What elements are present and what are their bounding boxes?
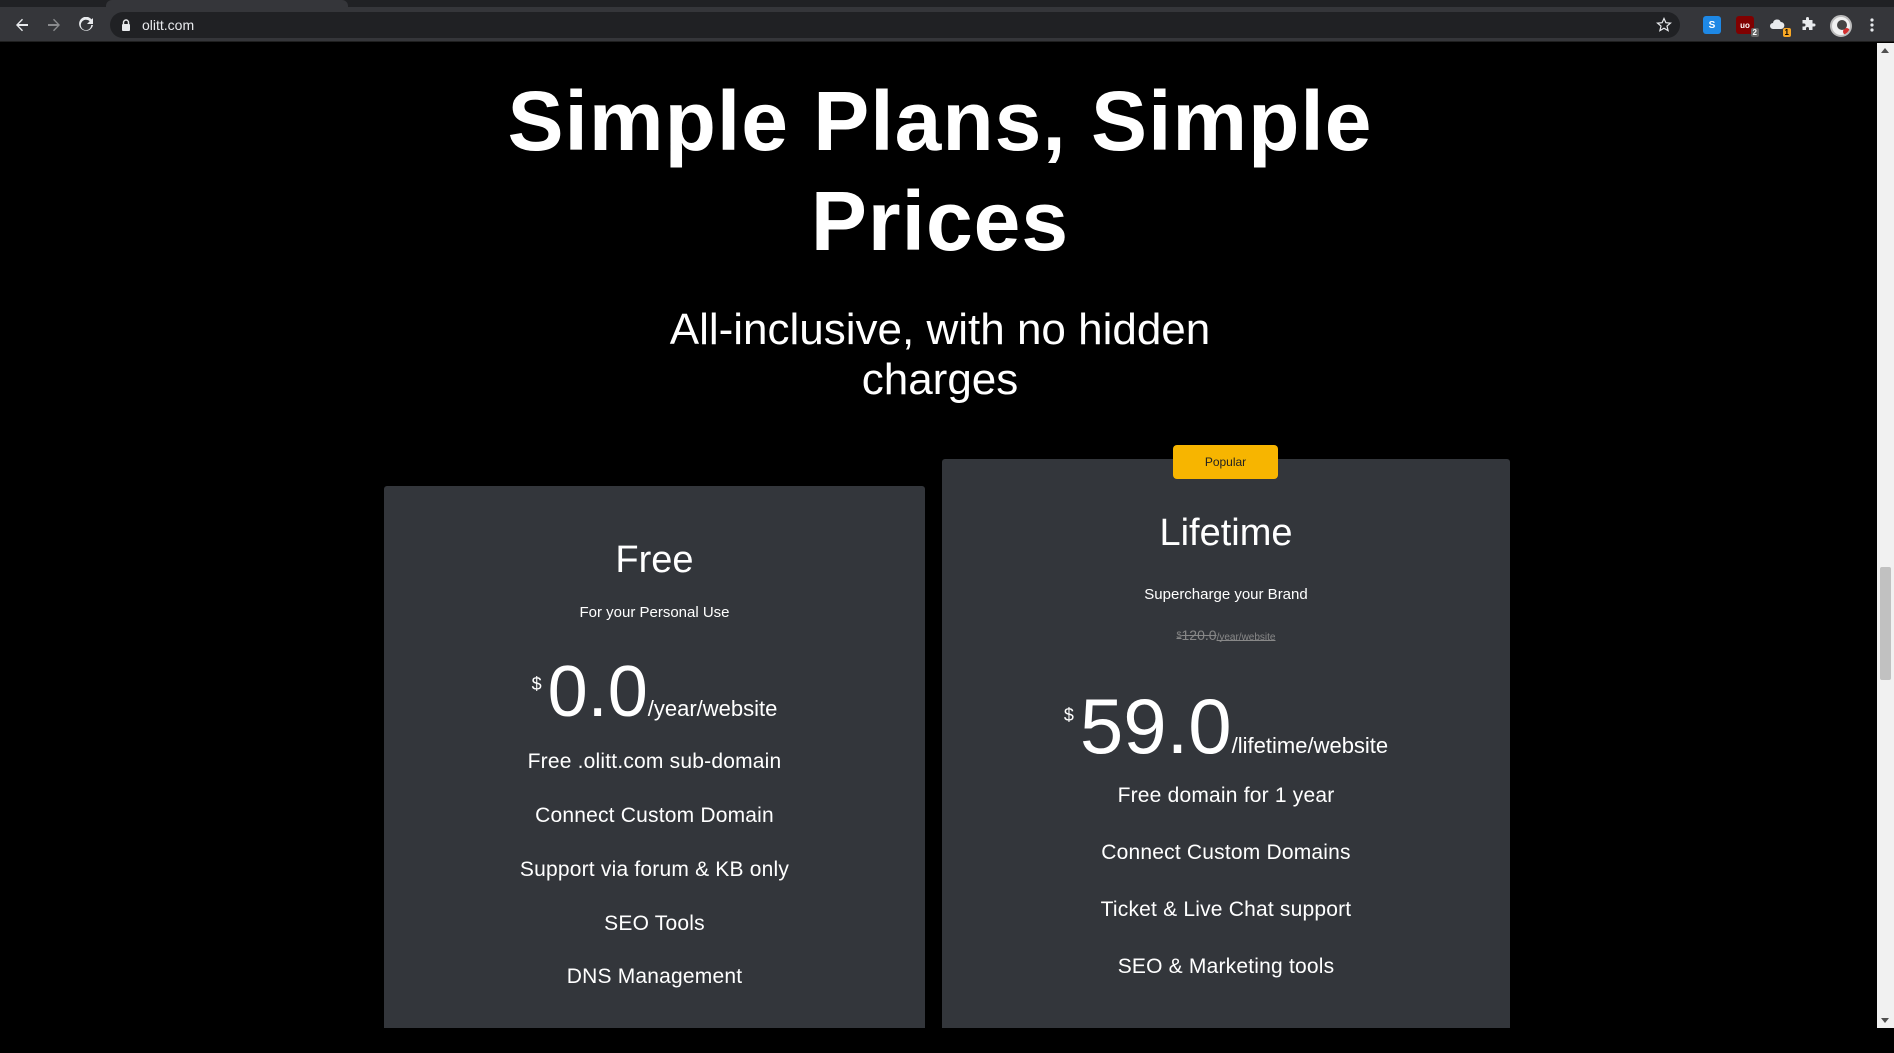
active-tab[interactable] [106, 0, 348, 7]
page-subtitle-line1: All-inclusive, with no hidden [669, 305, 1211, 354]
price-amount: 59.0 [1079, 682, 1232, 770]
scroll-up-arrow[interactable] [1881, 48, 1889, 53]
price-currency: $ [531, 674, 542, 694]
back-button[interactable] [9, 12, 35, 38]
scroll-down-arrow[interactable] [1881, 1018, 1889, 1023]
page-title-line1: Simple Plans, Simple [507, 74, 1373, 168]
plan-name: Free [615, 539, 694, 581]
arrow-right-icon [48, 18, 60, 32]
plan-feature: Connect Custom Domain [535, 804, 774, 827]
lock-icon [122, 19, 130, 31]
plan-feature: SEO Tools [604, 912, 705, 935]
extension-badge: 1 [1782, 28, 1791, 37]
profile-status-dot [1843, 28, 1850, 35]
page-subtitle: All-inclusive, with no hidden charges [590, 305, 1290, 405]
plan-feature: Connect Custom Domains [1101, 841, 1351, 864]
page-subtitle-line2: charges [861, 355, 1019, 404]
url-text: olitt.com [142, 17, 195, 33]
browser-toolbar: olitt.com S uo 2 1 [0, 7, 1894, 42]
more-menu-icon[interactable] [1864, 17, 1880, 33]
price-amount: 0.0 [547, 652, 648, 732]
arrow-left-icon [16, 18, 28, 32]
cloud-extension-icon[interactable]: 1 [1768, 16, 1791, 37]
page-title-line2: Prices [810, 174, 1070, 268]
plan-feature: SEO & Marketing tools [1117, 955, 1335, 978]
tab-strip [0, 0, 1894, 7]
popular-badge: Popular [1173, 445, 1278, 479]
plan-feature: Ticket & Live Chat support [1100, 898, 1352, 921]
price-period: /year/website [647, 696, 778, 721]
old-price-amount: 120.0 [1181, 627, 1217, 643]
plan-feature: DNS Management [566, 965, 743, 988]
plan-feature: Support via forum & KB only [519, 858, 790, 881]
page-scrollbar[interactable] [1877, 43, 1894, 1028]
forward-button[interactable] [41, 12, 67, 38]
scrollbar-thumb[interactable] [1880, 567, 1891, 680]
plan-name: Lifetime [1159, 512, 1293, 554]
bottom-strip [0, 1028, 1894, 1053]
plan-tagline: Supercharge your Brand [1144, 586, 1308, 603]
old-price-period: /year/website [1216, 632, 1276, 643]
pricing-card-free: Free For your Personal Use $0.0/year/web… [384, 486, 925, 1028]
page-title: Simple Plans, Simple Prices [440, 71, 1440, 271]
s-extension-icon[interactable]: S [1703, 16, 1721, 34]
price-currency: $ [1063, 705, 1074, 725]
extension-badge: 2 [1750, 28, 1759, 37]
plan-feature: Free .olitt.com sub-domain [527, 750, 782, 773]
plan-feature: Free domain for 1 year [1117, 784, 1335, 807]
reload-icon [79, 17, 93, 31]
price-period: /lifetime/website [1231, 733, 1389, 758]
reload-button[interactable] [73, 12, 99, 38]
pricing-card-lifetime: Lifetime Supercharge your Brand $120.0/y… [942, 459, 1510, 1028]
plan-price: $0.0/year/website [384, 656, 925, 728]
star-icon[interactable] [1656, 17, 1672, 33]
address-bar[interactable]: olitt.com [110, 12, 1680, 38]
ublock-extension-icon[interactable]: uo 2 [1736, 16, 1759, 37]
plan-tagline: For your Personal Use [579, 604, 730, 621]
plan-price: $59.0/lifetime/website [942, 687, 1510, 765]
extensions-puzzle-icon[interactable] [1799, 16, 1817, 34]
page-viewport: Simple Plans, Simple Prices All-inclusiv… [0, 43, 1877, 1028]
profile-avatar[interactable] [1830, 15, 1852, 37]
plan-old-price: $120.0/year/website [942, 626, 1510, 647]
puzzle-icon [1802, 17, 1816, 30]
